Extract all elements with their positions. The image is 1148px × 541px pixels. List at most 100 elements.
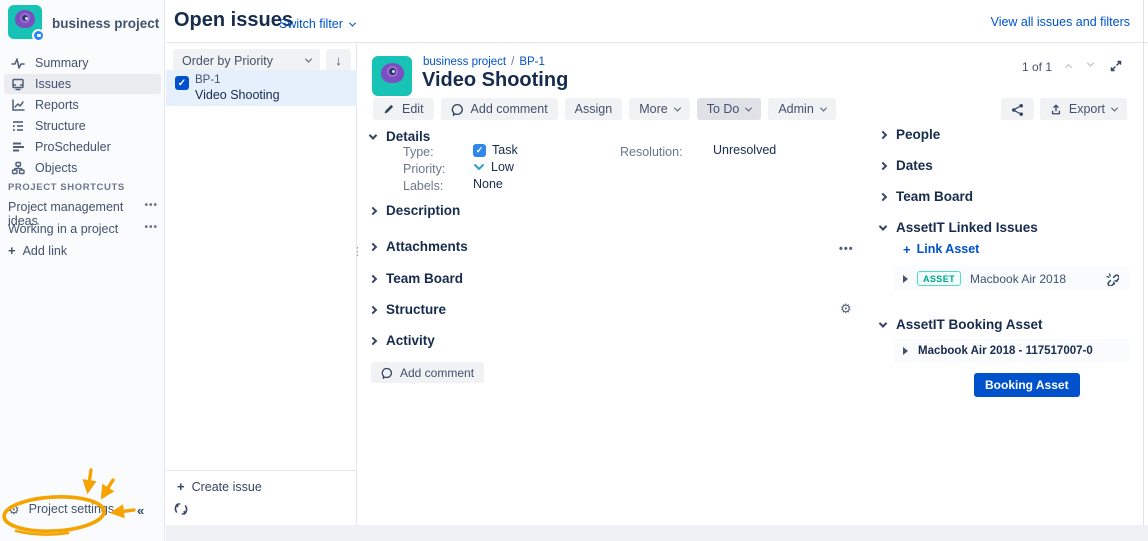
more-dropdown-button[interactable]: More — [629, 98, 689, 120]
proscheduler-icon — [11, 140, 25, 154]
structure-settings-gear-icon[interactable]: ⚙ — [840, 301, 852, 317]
chevron-right-icon — [879, 161, 887, 169]
booking-asset-row[interactable]: Macbook Air 2018 - 117517007-0 — [893, 339, 1129, 363]
priority-label: Priority: — [403, 162, 445, 176]
add-comment-footer-button[interactable]: Add comment — [371, 362, 484, 383]
project-settings-button[interactable]: ⚙ Project settings — [8, 502, 114, 516]
view-all-issues-link[interactable]: View all issues and filters — [991, 15, 1130, 29]
panel-resize-handle[interactable]: ⋮ — [352, 250, 358, 254]
expand-triangle-icon[interactable] — [903, 347, 908, 355]
asset-badge: ASSET — [917, 271, 961, 286]
add-link-button[interactable]: + Add link — [8, 244, 67, 258]
section-dates[interactable]: Dates — [880, 158, 933, 173]
share-icon — [1011, 103, 1024, 116]
project-sidebar: business project Summary Issues Reports … — [0, 0, 165, 541]
attachments-more-icon[interactable]: ••• — [839, 243, 854, 255]
section-team-board-right[interactable]: Team Board — [880, 189, 973, 204]
shortcut-working-in-a-project[interactable]: Working in a project ••• — [8, 222, 158, 236]
section-people[interactable]: People — [880, 127, 940, 142]
section-team-board[interactable]: Team Board — [370, 271, 463, 286]
scrollbar-track[interactable] — [1143, 0, 1144, 525]
breadcrumb-project-link[interactable]: business project — [423, 56, 506, 68]
create-issue-button[interactable]: + Create issue — [166, 470, 357, 494]
sidebar-item-summary[interactable]: Summary — [4, 53, 161, 73]
chevron-right-icon — [369, 305, 377, 313]
chevron-down-icon — [349, 19, 356, 26]
app-window: business project Summary Issues Reports … — [0, 0, 1148, 541]
export-dropdown-button[interactable]: Export — [1040, 98, 1127, 120]
add-comment-button[interactable]: Add comment — [441, 98, 558, 120]
share-button[interactable] — [1001, 98, 1034, 120]
section-structure[interactable]: Structure — [370, 302, 446, 317]
chevron-down-icon — [369, 131, 377, 139]
summary-pulse-icon — [11, 56, 25, 70]
project-avatar — [8, 5, 42, 39]
booking-asset-button[interactable]: Booking Asset — [974, 373, 1080, 397]
section-assetit-booking-asset[interactable]: AssetIT Booking Asset — [880, 317, 1043, 332]
chevron-right-icon — [369, 336, 377, 344]
link-asset-button[interactable]: + Link Asset — [903, 242, 979, 256]
section-assetit-linked-issues[interactable]: AssetIT Linked Issues — [880, 220, 1038, 235]
priority-value: Low — [473, 160, 514, 174]
refresh-icon[interactable] — [173, 501, 191, 519]
issue-summary: Video Shooting — [195, 88, 280, 102]
expand-triangle-icon[interactable] — [903, 275, 908, 283]
sidebar-item-proscheduler[interactable]: ProScheduler — [4, 137, 161, 157]
booking-asset-name: Macbook Air 2018 - 117517007-0 — [918, 345, 1093, 357]
chevron-right-icon — [369, 274, 377, 282]
project-name: business project — [52, 16, 159, 31]
linked-asset-row[interactable]: ASSET Macbook Air 2018 — [893, 266, 1129, 291]
share-export-group: Export — [1001, 98, 1127, 120]
comment-bubble-icon — [381, 367, 393, 379]
bottom-strip — [166, 525, 1148, 541]
issue-detail-panel: business project / BP-1 Video Shooting 1… — [357, 43, 1148, 525]
chevron-down-icon — [820, 104, 827, 111]
section-activity[interactable]: Activity — [370, 333, 435, 348]
chevron-down-icon — [745, 104, 752, 111]
issues-icon — [11, 77, 25, 91]
chevron-right-icon — [369, 242, 377, 250]
admin-dropdown-button[interactable]: Admin — [768, 98, 835, 120]
page-header: Open issues Switch filter View all issue… — [166, 0, 1148, 43]
chevron-down-icon — [674, 104, 681, 111]
issue-list-item[interactable]: ✓ BP-1 Video Shooting — [166, 70, 357, 106]
sidebar-item-objects[interactable]: Objects — [4, 158, 161, 178]
labels-value: None — [473, 177, 503, 191]
priority-low-icon — [473, 161, 485, 173]
plus-icon: + — [177, 480, 185, 494]
objects-tree-icon — [11, 161, 25, 175]
chevron-down-icon — [879, 222, 887, 230]
sort-direction-button[interactable]: ↓ — [326, 49, 351, 72]
section-description[interactable]: Description — [370, 203, 460, 218]
switch-filter-link[interactable]: Switch filter — [279, 17, 355, 31]
plus-icon: + — [903, 243, 911, 256]
issue-toolbar: Edit Add comment Assign More To Do Admin — [373, 98, 836, 120]
next-issue-icon[interactable] — [1087, 60, 1094, 67]
issue-key: BP-1 — [195, 74, 221, 86]
resolution-value: Unresolved — [713, 143, 776, 157]
status-dropdown-button[interactable]: To Do — [697, 98, 762, 120]
project-type-badge-icon — [32, 29, 45, 42]
sidebar-item-issues[interactable]: Issues — [4, 74, 161, 94]
breadcrumb-issue-link[interactable]: BP-1 — [519, 56, 545, 68]
section-details[interactable]: Details — [370, 129, 430, 144]
previous-issue-icon[interactable] — [1065, 64, 1072, 71]
chevron-right-icon — [879, 130, 887, 138]
collapse-sidebar-icon[interactable]: « — [137, 503, 144, 518]
sidebar-item-reports[interactable]: Reports — [4, 95, 161, 115]
order-by-select[interactable]: Order by Priority — [173, 49, 320, 72]
resolution-label: Resolution: — [620, 145, 683, 159]
page-title: Open issues — [174, 9, 293, 32]
gear-icon: ⚙ — [8, 503, 20, 516]
chevron-down-icon — [1111, 104, 1118, 111]
unlink-asset-icon[interactable] — [1105, 272, 1119, 286]
edit-button[interactable]: Edit — [373, 98, 434, 120]
issue-checkbox[interactable]: ✓ — [175, 76, 189, 90]
issue-list-panel: Order by Priority ↓ ✓ BP-1 Video Shootin… — [166, 43, 357, 525]
section-attachments[interactable]: Attachments — [370, 239, 468, 254]
sidebar-item-structure[interactable]: Structure — [4, 116, 161, 136]
expand-fullscreen-icon[interactable] — [1109, 59, 1123, 78]
shortcut-more-icon[interactable]: ••• — [144, 222, 158, 236]
pager-text: 1 of 1 — [1022, 60, 1052, 74]
assign-button[interactable]: Assign — [565, 98, 623, 120]
